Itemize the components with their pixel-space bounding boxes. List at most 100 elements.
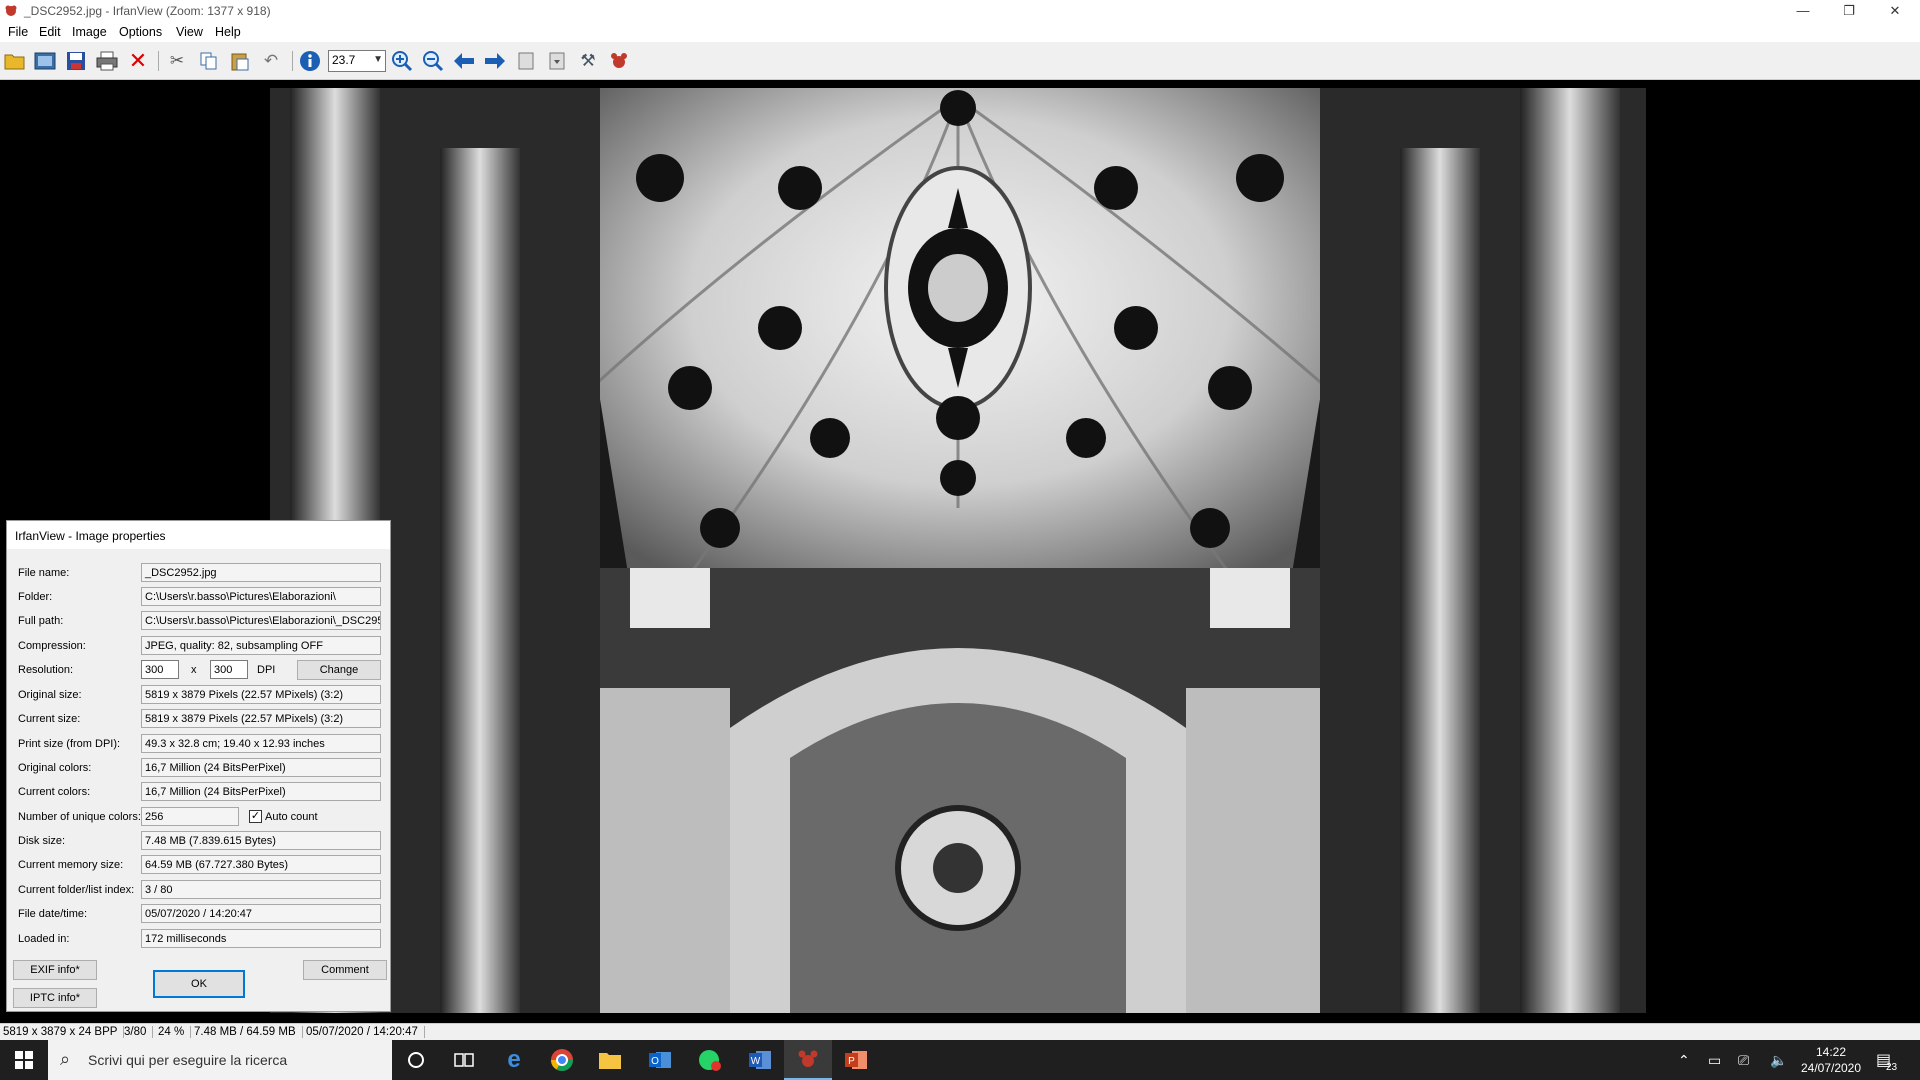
- label-full-path: Full path:: [18, 615, 64, 627]
- menu-file[interactable]: File: [8, 25, 28, 39]
- value-disk-size[interactable]: 7.48 MB (7.839.615 Bytes): [141, 831, 381, 850]
- resolution-x-input[interactable]: 300: [141, 660, 179, 679]
- cut-icon[interactable]: ✂: [165, 49, 189, 73]
- exif-info-button[interactable]: EXIF info*: [13, 960, 97, 980]
- value-folder-index[interactable]: 3 / 80: [141, 880, 381, 899]
- value-original-colors[interactable]: 16,7 Million (24 BitsPerPixel): [141, 758, 381, 777]
- volume-icon[interactable]: 🔈: [1770, 1052, 1787, 1069]
- previous-icon[interactable]: [452, 49, 476, 73]
- row-current-size: Current size: 5819 x 3879 Pixels (22.57 …: [7, 709, 392, 729]
- label-folder-index: Current folder/list index:: [18, 884, 135, 896]
- auto-count-checkbox[interactable]: ✓: [249, 810, 262, 823]
- chevron-down-icon[interactable]: ▼: [373, 54, 383, 65]
- zoom-combobox[interactable]: 23.7 ▼: [328, 50, 386, 72]
- settings-icon[interactable]: ⚒: [576, 49, 600, 73]
- label-compression: Compression:: [18, 640, 86, 652]
- menu-edit[interactable]: Edit: [39, 25, 61, 39]
- restore-button[interactable]: ❐: [1826, 0, 1872, 22]
- windows-start-icon[interactable]: [0, 1040, 48, 1080]
- row-loaded-in: Loaded in: 172 milliseconds: [7, 929, 392, 949]
- resolution-y-input[interactable]: 300: [210, 660, 248, 679]
- value-folder[interactable]: C:\Users\r.basso\Pictures\Elaborazioni\: [141, 587, 381, 606]
- svg-text:O: O: [651, 1056, 659, 1067]
- value-memory-size[interactable]: 64.59 MB (67.727.380 Bytes): [141, 855, 381, 874]
- ok-button[interactable]: OK: [153, 970, 245, 998]
- cortana-icon[interactable]: [392, 1040, 440, 1080]
- iptc-info-button[interactable]: IPTC info*: [13, 988, 97, 1008]
- slideshow-icon[interactable]: [33, 49, 57, 73]
- value-current-size[interactable]: 5819 x 3879 Pixels (22.57 MPixels) (3:2): [141, 709, 381, 728]
- value-full-path[interactable]: C:\Users\r.basso\Pictures\Elaborazioni\_…: [141, 611, 381, 630]
- powerpoint-icon[interactable]: P: [832, 1040, 880, 1080]
- value-unique-colors[interactable]: 256: [141, 807, 239, 826]
- change-button[interactable]: Change: [297, 660, 381, 680]
- open-folder-icon[interactable]: [3, 49, 27, 73]
- value-compression[interactable]: JPEG, quality: 82, subsampling OFF: [141, 636, 381, 655]
- row-compression: Compression: JPEG, quality: 82, subsampl…: [7, 636, 392, 656]
- delete-icon[interactable]: ✕: [126, 48, 150, 73]
- value-loaded-in[interactable]: 172 milliseconds: [141, 929, 381, 948]
- file-explorer-icon[interactable]: [586, 1040, 634, 1080]
- auto-count-label: Auto count: [265, 811, 318, 823]
- taskbar-search-box[interactable]: ⌕ Scrivi qui per eseguire la ricerca: [48, 1040, 392, 1080]
- row-file-name: File name: _DSC2952.jpg: [7, 563, 392, 583]
- status-size: 7.48 MB / 64.59 MB: [194, 1026, 303, 1038]
- irfanview-taskbar-icon[interactable]: [784, 1040, 832, 1080]
- minimize-button[interactable]: —: [1780, 0, 1826, 22]
- image-properties-dialog: IrfanView - Image properties File name: …: [6, 520, 391, 1012]
- row-memory-size: Current memory size: 64.59 MB (67.727.38…: [7, 855, 392, 875]
- value-file-name[interactable]: _DSC2952.jpg: [141, 563, 381, 582]
- taskbar-clock[interactable]: 14:22 24/07/2020: [1796, 1044, 1866, 1076]
- status-bar: 5819 x 3879 x 24 BPP 3/80 24 % 7.48 MB /…: [0, 1023, 1920, 1040]
- zoom-in-icon[interactable]: [390, 49, 414, 73]
- row-print-size: Print size (from DPI): 49.3 x 32.8 cm; 1…: [7, 734, 392, 754]
- print-icon[interactable]: [95, 49, 119, 73]
- value-original-size[interactable]: 5819 x 3879 Pixels (22.57 MPixels) (3:2): [141, 685, 381, 704]
- label-original-colors: Original colors:: [18, 762, 92, 774]
- copy-icon[interactable]: [197, 49, 221, 73]
- comment-button[interactable]: Comment: [303, 960, 387, 980]
- zoom-out-icon[interactable]: [421, 49, 445, 73]
- edge-browser-icon[interactable]: e: [490, 1040, 538, 1080]
- menu-help[interactable]: Help: [215, 25, 241, 39]
- irfanview-logo-icon[interactable]: [607, 49, 631, 73]
- move-to-icon[interactable]: [545, 49, 569, 73]
- info-icon[interactable]: [298, 49, 322, 73]
- label-print-size: Print size (from DPI):: [18, 738, 121, 750]
- task-view-icon[interactable]: [440, 1040, 488, 1080]
- menu-view[interactable]: View: [176, 25, 203, 39]
- show-hidden-icons-chevron-icon[interactable]: ⌃: [1678, 1052, 1690, 1069]
- save-icon[interactable]: [64, 49, 88, 73]
- paste-icon[interactable]: [228, 49, 252, 73]
- copy-to-icon[interactable]: [514, 49, 538, 73]
- value-print-size[interactable]: 49.3 x 32.8 cm; 19.40 x 12.93 inches: [141, 734, 381, 753]
- value-file-date[interactable]: 05/07/2020 / 14:20:47: [141, 904, 381, 923]
- battery-icon[interactable]: ▭: [1708, 1052, 1721, 1069]
- row-original-size: Original size: 5819 x 3879 Pixels (22.57…: [7, 685, 392, 705]
- menu-options[interactable]: Options: [119, 25, 162, 39]
- undo-icon[interactable]: ↶: [259, 49, 283, 73]
- row-original-colors: Original colors: 16,7 Million (24 BitsPe…: [7, 758, 392, 778]
- window-title: _DSC2952.jpg - IrfanView (Zoom: 1377 x 9…: [24, 4, 271, 18]
- irfanview-app-icon[interactable]: [3, 3, 19, 19]
- status-index: 3/80: [124, 1026, 154, 1038]
- value-current-colors[interactable]: 16,7 Million (24 BitsPerPixel): [141, 782, 381, 801]
- chrome-icon[interactable]: [538, 1040, 586, 1080]
- resolution-unit: DPI: [257, 664, 276, 676]
- word-icon[interactable]: W: [736, 1040, 784, 1080]
- whatsapp-icon[interactable]: [686, 1040, 734, 1080]
- toolbar-separator: [292, 51, 293, 71]
- menu-image[interactable]: Image: [72, 25, 107, 39]
- next-icon[interactable]: [483, 49, 507, 73]
- network-icon[interactable]: ⎚: [1738, 1052, 1749, 1069]
- menu-bar: File Edit Image Options View Help: [0, 22, 1920, 42]
- label-memory-size: Current memory size:: [18, 859, 124, 871]
- notification-count: 23: [1886, 1062, 1898, 1073]
- resolution-separator: x: [191, 664, 197, 676]
- clock-date: 24/07/2020: [1800, 1061, 1862, 1075]
- outlook-icon[interactable]: O: [636, 1040, 684, 1080]
- status-date: 05/07/2020 / 14:20:47: [306, 1026, 425, 1038]
- close-button[interactable]: ✕: [1872, 0, 1918, 22]
- label-unique-colors: Number of unique colors:: [18, 811, 141, 823]
- title-bar: _DSC2952.jpg - IrfanView (Zoom: 1377 x 9…: [0, 0, 1920, 22]
